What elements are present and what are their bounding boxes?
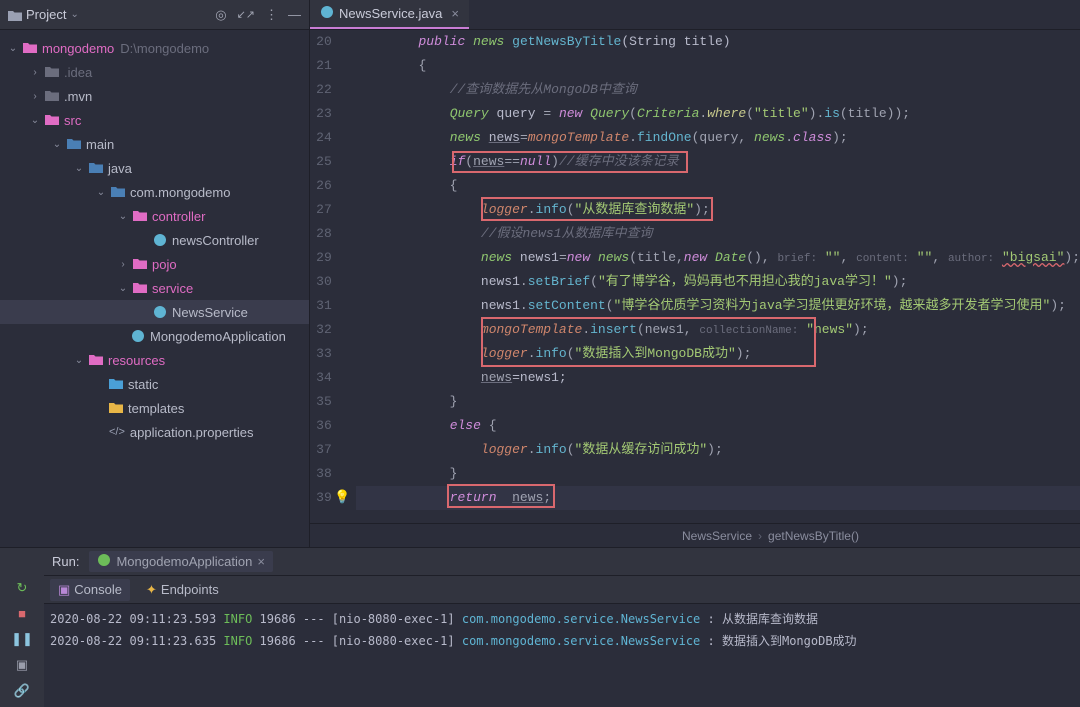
- close-icon[interactable]: ×: [257, 554, 265, 569]
- tree-item-controller[interactable]: ⌄ controller: [0, 204, 309, 228]
- resources-folder-icon: [89, 353, 103, 367]
- project-title: Project: [26, 7, 66, 22]
- tree-item-app-props[interactable]: </> application.properties: [0, 420, 309, 444]
- chevron-right-icon: ›: [118, 259, 128, 270]
- console-icon: ▣: [58, 582, 70, 598]
- tree-item-idea[interactable]: › .idea: [0, 60, 309, 84]
- collapse-icon[interactable]: ↙↗: [237, 8, 255, 21]
- tree-item-package[interactable]: ⌄ com.mongodemo: [0, 180, 309, 204]
- camera-icon[interactable]: ▣: [16, 657, 28, 673]
- stop-icon[interactable]: ■: [18, 606, 26, 621]
- tab-newsservice[interactable]: NewsService.java ×: [310, 0, 469, 29]
- module-icon: [23, 41, 37, 55]
- class-icon: [153, 233, 167, 247]
- folder-icon: [67, 137, 81, 151]
- console-tab[interactable]: ▣ Console: [50, 579, 130, 601]
- source-folder-icon: [89, 161, 103, 175]
- tree-item-java[interactable]: ⌄ java: [0, 156, 309, 180]
- chevron-down-icon: ⌄: [74, 163, 84, 174]
- tree-item-main[interactable]: ⌄ main: [0, 132, 309, 156]
- tab-label: NewsService.java: [339, 6, 442, 21]
- tree-item-src[interactable]: ⌄ src: [0, 108, 309, 132]
- code-content[interactable]: public news getNewsByTitle(String title)…: [356, 30, 1080, 523]
- bulb-icon[interactable]: 💡: [334, 486, 350, 510]
- rerun-icon[interactable]: ↻: [17, 580, 28, 596]
- tree-item-news-controller[interactable]: newsController: [0, 228, 309, 252]
- folder-icon: [45, 113, 59, 127]
- tree-item-static[interactable]: static: [0, 372, 309, 396]
- java-file-icon: [320, 5, 334, 22]
- endpoints-icon: ✦: [146, 582, 157, 598]
- chevron-right-icon: ›: [30, 67, 40, 78]
- folder-icon: [8, 9, 22, 20]
- endpoints-tab[interactable]: ✦ Endpoints: [138, 579, 227, 601]
- console-output[interactable]: 2020-08-22 09:11:23.593 INFO 19686 --- […: [44, 604, 1080, 707]
- package-icon: [133, 281, 147, 295]
- package-icon: [133, 209, 147, 223]
- chevron-down-icon: ⌄: [74, 355, 84, 366]
- breadcrumb-sep-icon: ›: [758, 529, 762, 543]
- chevron-down-icon: ⌄: [118, 211, 128, 222]
- tree-item-news-service[interactable]: NewsService: [0, 300, 309, 324]
- properties-icon: </>: [109, 426, 125, 438]
- chevron-down-icon[interactable]: ⌄: [70, 9, 78, 20]
- run-side-rail: ↻ ■ ❚❚ ▣ 🔗: [0, 548, 44, 707]
- breadcrumb-item[interactable]: NewsService: [682, 529, 752, 543]
- tree-item-app-class[interactable]: MongodemoApplication: [0, 324, 309, 348]
- close-icon[interactable]: ×: [451, 6, 459, 21]
- tree-item-service[interactable]: ⌄ service: [0, 276, 309, 300]
- minimize-icon[interactable]: —: [288, 7, 301, 22]
- package-icon: [111, 185, 125, 199]
- chevron-down-icon: ⌄: [8, 43, 18, 54]
- chevron-down-icon: ⌄: [52, 139, 62, 150]
- chevron-right-icon: ›: [30, 91, 40, 102]
- class-icon: [131, 329, 145, 343]
- package-icon: [133, 257, 147, 271]
- project-tree: ⌄ mongodemo D:\mongodemo › .idea › .mvn …: [0, 30, 309, 547]
- chevron-down-icon: ⌄: [30, 115, 40, 126]
- folder-icon: [109, 401, 123, 415]
- folder-icon: [45, 89, 59, 103]
- tree-item-mvn[interactable]: › .mvn: [0, 84, 309, 108]
- chevron-down-icon: ⌄: [96, 187, 106, 198]
- project-header: Project ⌄ ◎ ↙↗ ⋮ —: [0, 0, 309, 30]
- editor-breadcrumb[interactable]: NewsService › getNewsByTitle(): [310, 523, 1080, 547]
- more-icon[interactable]: ⋮: [265, 7, 278, 23]
- breadcrumb-item[interactable]: getNewsByTitle(): [768, 529, 859, 543]
- target-icon[interactable]: ◎: [215, 7, 226, 23]
- pause-icon[interactable]: ❚❚: [11, 631, 33, 647]
- run-label: Run:: [52, 554, 79, 569]
- chevron-down-icon: ⌄: [118, 283, 128, 294]
- run-tabs: ▣ Console ✦ Endpoints: [44, 576, 1080, 604]
- tree-item-templates[interactable]: templates: [0, 396, 309, 420]
- spring-icon: [97, 553, 111, 570]
- link-icon[interactable]: 🔗: [14, 683, 30, 699]
- tree-root[interactable]: ⌄ mongodemo D:\mongodemo: [0, 36, 309, 60]
- tree-item-resources[interactable]: ⌄ resources: [0, 348, 309, 372]
- line-gutter: 2021222324252627282930313233343536373839: [310, 30, 346, 523]
- run-tool-window: ↻ ■ ❚❚ ▣ 🔗 Run: MongodemoApplication × ▣…: [0, 547, 1080, 707]
- tree-item-pojo[interactable]: › pojo: [0, 252, 309, 276]
- code-editor[interactable]: 2021222324252627282930313233343536373839…: [310, 30, 1080, 523]
- project-tool-window: Project ⌄ ◎ ↙↗ ⋮ — ⌄ mongodemo D:\mongod…: [0, 0, 310, 547]
- run-header: Run: MongodemoApplication ×: [44, 548, 1080, 576]
- folder-icon: [109, 377, 123, 391]
- folder-icon: [45, 65, 59, 79]
- run-config-tab[interactable]: MongodemoApplication ×: [89, 551, 272, 572]
- editor-tabs: NewsService.java ×: [310, 0, 1080, 30]
- class-icon: [153, 305, 167, 319]
